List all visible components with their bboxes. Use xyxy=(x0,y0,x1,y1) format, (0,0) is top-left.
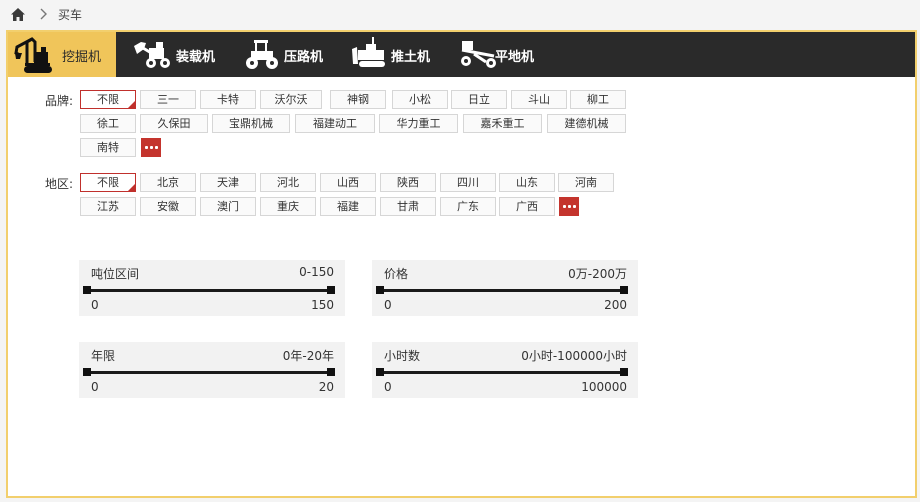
tab-label: 装载机 xyxy=(176,50,216,65)
range-value: 0万-200万 xyxy=(568,267,627,281)
excavator-icon xyxy=(14,37,52,73)
range-max-handle[interactable] xyxy=(327,368,335,376)
region-more-button[interactable] xyxy=(559,197,579,216)
grader-icon xyxy=(461,41,496,68)
tonnage-range-filter: 吨位区间 0-150 0 150 xyxy=(79,260,345,316)
brand-option[interactable]: 不限 xyxy=(80,90,136,109)
range-value: 0年-20年 xyxy=(282,349,334,363)
range-value: 0-150 xyxy=(299,265,334,279)
bulldozer-icon xyxy=(352,37,385,67)
tab-label: 平地机 xyxy=(495,50,535,65)
breadcrumb-current: 买车 xyxy=(58,8,83,22)
brand-option[interactable]: 斗山 xyxy=(511,90,567,109)
region-option[interactable]: 河北 xyxy=(260,173,316,192)
range-title: 小时数 xyxy=(384,349,421,363)
region-option[interactable]: 江苏 xyxy=(80,197,136,216)
region-option[interactable]: 山东 xyxy=(499,173,555,192)
brand-filter-label: 品牌: xyxy=(45,94,74,108)
brand-option[interactable]: 嘉禾重工 xyxy=(463,114,542,133)
home-icon[interactable] xyxy=(11,8,25,21)
loader-icon xyxy=(134,42,170,68)
region-option[interactable]: 重庆 xyxy=(260,197,316,216)
region-option[interactable]: 福建 xyxy=(320,197,376,216)
age-range-filter: 年限 0年-20年 0 20 xyxy=(79,342,345,398)
range-title: 吨位区间 xyxy=(91,267,140,281)
brand-option[interactable]: 建德机械 xyxy=(547,114,626,133)
region-option[interactable]: 四川 xyxy=(440,173,496,192)
main-panel: 挖掘机 装载机 压路机 推土机 平地机 品牌: 不限 三一 卡特 沃尔沃 神钢 … xyxy=(6,30,917,498)
region-option[interactable]: 山西 xyxy=(320,173,376,192)
brand-option[interactable]: 宝鼎机械 xyxy=(212,114,290,133)
category-nav: 挖掘机 装载机 压路机 推土机 平地机 xyxy=(8,32,915,77)
tab-label: 压路机 xyxy=(284,50,324,65)
brand-option[interactable]: 日立 xyxy=(451,90,507,109)
brand-option[interactable]: 三一 xyxy=(140,90,196,109)
range-track[interactable] xyxy=(87,371,333,374)
range-track[interactable] xyxy=(380,289,626,292)
region-option[interactable]: 北京 xyxy=(140,173,196,192)
region-option[interactable]: 河南 xyxy=(558,173,614,192)
brand-option[interactable]: 福建动工 xyxy=(295,114,375,133)
breadcrumb: 买车 xyxy=(0,0,920,30)
region-option[interactable]: 甘肃 xyxy=(380,197,436,216)
range-min-label: 0 xyxy=(384,298,392,312)
road-roller-icon xyxy=(246,40,278,69)
brand-option[interactable]: 久保田 xyxy=(140,114,208,133)
range-min-label: 0 xyxy=(91,298,99,312)
region-option[interactable]: 天津 xyxy=(200,173,256,192)
range-value: 0小时-100000小时 xyxy=(521,349,627,363)
tab-road-roller[interactable]: 压路机 xyxy=(242,32,342,77)
range-min-label: 0 xyxy=(384,380,392,394)
region-option[interactable]: 安徽 xyxy=(140,197,196,216)
brand-option[interactable]: 神钢 xyxy=(330,90,386,109)
range-max-label: 100000 xyxy=(581,380,627,394)
range-max-label: 200 xyxy=(604,298,627,312)
range-min-label: 0 xyxy=(91,380,99,394)
tab-grader[interactable]: 平地机 xyxy=(458,32,558,77)
region-option[interactable]: 不限 xyxy=(80,173,136,192)
range-max-label: 20 xyxy=(318,380,334,394)
tab-bulldozer[interactable]: 推土机 xyxy=(350,32,450,77)
range-min-handle[interactable] xyxy=(83,368,91,376)
tab-label: 推土机 xyxy=(391,50,431,65)
range-max-handle[interactable] xyxy=(620,368,628,376)
range-min-handle[interactable] xyxy=(376,286,384,294)
range-track[interactable] xyxy=(380,371,626,374)
brand-more-button[interactable] xyxy=(141,138,161,157)
tab-label: 挖掘机 xyxy=(62,50,102,65)
brand-option[interactable]: 华力重工 xyxy=(379,114,458,133)
price-range-filter: 价格 0万-200万 0 200 xyxy=(372,260,638,316)
tab-loader[interactable]: 装载机 xyxy=(131,32,231,77)
brand-option[interactable]: 卡特 xyxy=(200,90,256,109)
range-max-label: 150 xyxy=(311,298,334,312)
range-track[interactable] xyxy=(87,289,333,292)
brand-option[interactable]: 南特 xyxy=(80,138,136,157)
range-title: 年限 xyxy=(91,349,116,363)
brand-option[interactable]: 徐工 xyxy=(80,114,136,133)
region-option[interactable]: 澳门 xyxy=(200,197,256,216)
range-max-handle[interactable] xyxy=(327,286,335,294)
brand-option[interactable]: 柳工 xyxy=(570,90,626,109)
chevron-right-icon xyxy=(40,8,47,20)
range-min-handle[interactable] xyxy=(83,286,91,294)
brand-option[interactable]: 小松 xyxy=(392,90,448,109)
hours-range-filter: 小时数 0小时-100000小时 0 100000 xyxy=(372,342,638,398)
region-option[interactable]: 广东 xyxy=(440,197,496,216)
tab-excavator[interactable]: 挖掘机 xyxy=(8,32,116,77)
range-max-handle[interactable] xyxy=(620,286,628,294)
region-option[interactable]: 广西 xyxy=(499,197,555,216)
range-min-handle[interactable] xyxy=(376,368,384,376)
brand-option[interactable]: 沃尔沃 xyxy=(260,90,322,109)
region-option[interactable]: 陕西 xyxy=(380,173,436,192)
region-filter-label: 地区: xyxy=(45,177,74,191)
range-title: 价格 xyxy=(384,267,409,281)
